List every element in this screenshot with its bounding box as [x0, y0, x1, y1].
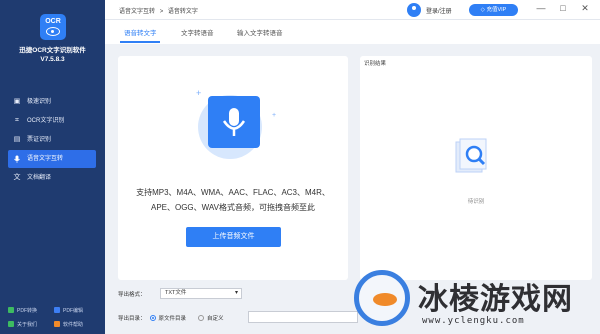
login-area[interactable]: 登录/注册 [407, 3, 452, 17]
logo-text: OCR [45, 18, 61, 25]
pdf-convert-icon [8, 307, 14, 313]
sidebar-item-ocr[interactable]: ⌗ OCR文字识别 [8, 112, 96, 130]
export-format-value: TXT文件 [165, 290, 187, 296]
tab-bar: 语音转文字 文字转语音 输入文字转语音 [105, 20, 600, 44]
scan-icon: ⌗ [15, 117, 19, 124]
sidebar-item-label: 文档翻译 [27, 175, 52, 181]
app-title: 迅捷OCR文字识别软件 [19, 47, 86, 54]
link-label: PDF编辑 [63, 307, 84, 314]
plus-decoration-icon: + [196, 88, 202, 98]
upload-audio-button[interactable]: 上传音频文件 [186, 227, 281, 247]
microphone-icon [208, 96, 260, 148]
avatar-icon [407, 3, 421, 17]
pdf-edit-icon [54, 307, 60, 313]
export-format-row: 导出格式： TXT文件 ▾ [118, 288, 242, 299]
export-dir-label: 导出目录： [118, 316, 146, 322]
diamond-icon: ◇ [480, 7, 485, 13]
sidebar: OCR 迅捷OCR文字识别软件 V7.5.8.3 ▣ 极速识别 ⌗ OCR文字识… [0, 0, 105, 334]
breadcrumb-item: 语音转文字 [167, 9, 198, 15]
export-format-label: 导出格式： [118, 292, 146, 298]
minimize-button[interactable]: — [535, 3, 547, 13]
watermark: 冰棱游戏网 www.yclengku.com [352, 268, 600, 334]
tab-input-text-to-speech[interactable]: 输入文字转语音 [237, 27, 283, 37]
document-search-icon [452, 136, 492, 176]
microphone-icon [13, 155, 21, 163]
close-button[interactable]: ✕ [579, 3, 591, 14]
topbar: 语音文字互转 > 语音转文字 登录/注册 ◇ 充值VIP — □ ✕ [105, 0, 600, 20]
sidebar-item-label: OCR文字识别 [27, 118, 65, 124]
tab-speech-to-text[interactable]: 语音转文字 [124, 27, 157, 37]
maximize-button[interactable]: □ [557, 3, 569, 13]
plus-decoration-icon: + [272, 112, 277, 119]
sidebar-item-label: 语音文字互转 [27, 156, 64, 162]
watermark-logo-inner [373, 293, 397, 306]
link-label: 软件帮助 [63, 321, 84, 328]
app-name: 迅捷OCR文字识别软件 V7.5.8.3 [0, 46, 105, 64]
eye-icon [46, 27, 60, 36]
watermark-text: 冰棱游戏网 [418, 283, 573, 316]
sidebar-item-ticket[interactable]: ▤ 票证识别 [8, 131, 96, 149]
sidebar-bottom-links: PDF转换 PDF编辑 关于我们 软件帮助 [8, 303, 100, 331]
translate-icon: 文 [13, 174, 21, 181]
sidebar-nav: ▣ 极速识别 ⌗ OCR文字识别 ▤ 票证识别 语音文字互转 文 文档翻译 [8, 93, 96, 188]
radio-source-dir[interactable] [149, 315, 156, 321]
pdf-convert-link[interactable]: PDF转换 [8, 307, 54, 314]
active-tab-indicator [120, 41, 160, 43]
result-title: 识别结果 [364, 61, 387, 67]
login-link[interactable]: 登录/注册 [426, 6, 452, 15]
help-link[interactable]: 软件帮助 [54, 321, 100, 328]
sidebar-item-speech-text[interactable]: 语音文字互转 [8, 150, 96, 168]
export-dir-row: 导出目录： 原文件目录 自定义 [118, 314, 224, 322]
watermark-url: www.yclengku.com [422, 316, 525, 326]
sidebar-item-label: 票证识别 [27, 137, 52, 143]
breadcrumb: 语音文字互转 > 语音转文字 [119, 6, 201, 15]
breadcrumb-separator: > [159, 9, 164, 15]
radio-source-dir-label: 原文件目录 [158, 316, 187, 322]
export-format-select[interactable]: TXT文件 ▾ [160, 288, 242, 299]
app-logo: OCR [40, 14, 66, 40]
sidebar-item-translate[interactable]: 文 文档翻译 [8, 169, 96, 187]
about-icon [8, 321, 14, 327]
formats-line-2: APE、OGG、WAV格式音频，可拖拽音频至此 [150, 203, 315, 212]
about-link[interactable]: 关于我们 [8, 321, 54, 328]
caret-down-icon: ▾ [234, 290, 238, 296]
tab-text-to-speech[interactable]: 文字转语音 [181, 27, 214, 37]
breadcrumb-item[interactable]: 语音文字互转 [119, 9, 155, 15]
result-panel: 识别结果 待识别 [360, 56, 592, 280]
sidebar-item-label: 极速识别 [27, 99, 52, 105]
ticket-icon: ▤ [13, 136, 21, 143]
image-icon: ▣ [13, 98, 21, 105]
link-label: 关于我们 [17, 321, 38, 328]
radio-custom-dir-label: 自定义 [207, 316, 224, 322]
formats-line-1: 支持MP3、M4A、WMA、AAC、FLAC、AC3、M4R、 [136, 188, 330, 197]
link-label: PDF转换 [17, 307, 38, 314]
pdf-edit-link[interactable]: PDF编辑 [54, 307, 100, 314]
help-icon [54, 321, 60, 327]
sidebar-item-fast-recognize[interactable]: ▣ 极速识别 [8, 93, 96, 111]
upload-drop-zone[interactable]: + + 支持MP3、M4A、WMA、AAC、FLAC、AC3、M4R、 APE、… [118, 56, 348, 280]
app-version: V7.5.8.3 [40, 56, 65, 63]
vip-label: 充值VIP [486, 7, 507, 13]
result-hint: 待识别 [467, 199, 485, 205]
watermark-logo [354, 270, 410, 326]
custom-dir-input[interactable] [248, 311, 358, 323]
vip-button[interactable]: ◇ 充值VIP [469, 4, 518, 16]
radio-custom-dir[interactable] [198, 315, 205, 321]
